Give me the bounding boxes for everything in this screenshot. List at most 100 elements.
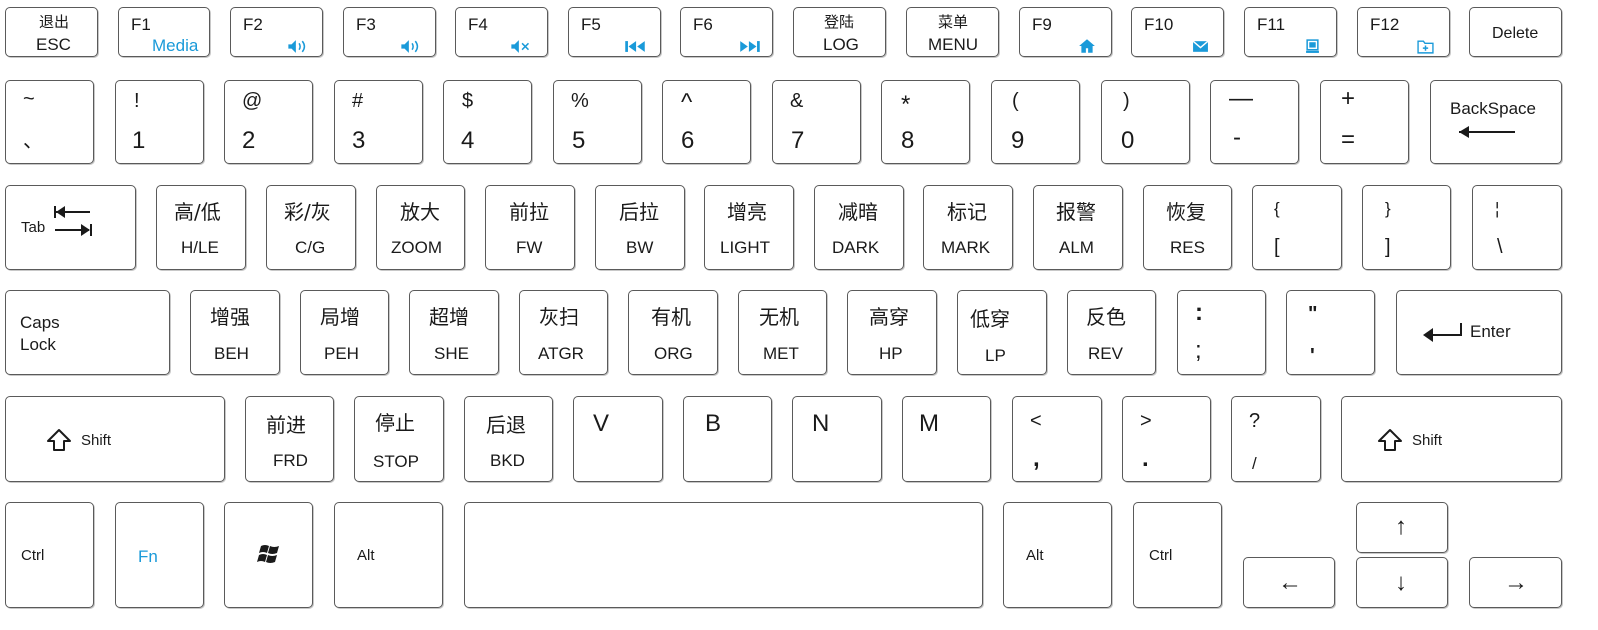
n-key[interactable]: N	[792, 396, 882, 482]
windows-logo-icon	[257, 545, 279, 563]
right-shift-key[interactable]: Shift	[1341, 396, 1562, 482]
function-key-dark[interactable]: 减暗 DARK	[814, 185, 904, 270]
backspace-label: BackSpace	[1450, 99, 1536, 118]
tab-key[interactable]: Tab	[5, 185, 136, 270]
org-cn-label: 有机	[651, 305, 691, 329]
key-4[interactable]: $ 4	[443, 80, 532, 164]
quote-key[interactable]: " '	[1286, 290, 1375, 375]
f12-key[interactable]: F12	[1357, 7, 1450, 57]
arrow-left-icon: ←	[1278, 569, 1302, 596]
function-key-atgr[interactable]: 灰扫 ATGR	[519, 290, 608, 375]
log-key[interactable]: 登陆 LOG	[793, 7, 886, 57]
comma-key[interactable]: < ,	[1012, 396, 1102, 482]
right-ctrl-key[interactable]: Ctrl	[1133, 502, 1222, 608]
function-key-fw[interactable]: 前拉 FW	[485, 185, 575, 270]
m-key[interactable]: M	[902, 396, 991, 482]
left-ctrl-key[interactable]: Ctrl	[5, 502, 94, 608]
right-alt-label: Alt	[1026, 547, 1044, 564]
keyboard: 退出 ESC F1 Media F2 F3 F4 F5 F6 登陆 LOG 菜单…	[0, 0, 1598, 630]
function-key-zoom[interactable]: 放大 ZOOM	[376, 185, 465, 270]
key-7[interactable]: & 7	[772, 80, 861, 164]
f5-key[interactable]: F5	[568, 7, 661, 57]
backspace-key[interactable]: BackSpace	[1430, 80, 1562, 164]
function-key-rev[interactable]: 反色 REV	[1067, 290, 1156, 375]
semicolon-key[interactable]: : ;	[1177, 290, 1266, 375]
esc-en-label: ESC	[36, 35, 71, 54]
menu-key[interactable]: 菜单 MENU	[906, 7, 999, 57]
function-key-alm[interactable]: 报警 ALM	[1033, 185, 1123, 270]
key-8[interactable]: * 8	[881, 80, 970, 164]
right-bracket-label: ]	[1385, 236, 1391, 258]
function-key-hle[interactable]: 高/低 H/LE	[156, 185, 246, 270]
right-bracket-key[interactable]: } ]	[1362, 185, 1451, 270]
slash-key[interactable]: ? /	[1231, 396, 1321, 482]
key-6-top-label: ^	[681, 89, 693, 116]
function-key-stop[interactable]: 停止 STOP	[354, 396, 444, 482]
left-bracket-key[interactable]: { [	[1252, 185, 1342, 270]
esc-key[interactable]: 退出 ESC	[5, 7, 98, 57]
left-shift-label: Shift	[81, 432, 112, 449]
tilde-bottom-label: 、	[23, 130, 43, 152]
function-key-frd[interactable]: 前进 FRD	[245, 396, 334, 482]
v-key[interactable]: V	[573, 396, 663, 482]
computer-icon	[1306, 39, 1319, 53]
key-7-top-label: &	[790, 90, 804, 112]
windows-key[interactable]	[224, 502, 313, 608]
key-8-top-label: *	[901, 91, 911, 118]
backslash-key[interactable]: ¦ \	[1472, 185, 1562, 270]
period-key[interactable]: > .	[1122, 396, 1211, 482]
b-key[interactable]: B	[683, 396, 772, 482]
met-cn-label: 无机	[759, 305, 799, 329]
key-1[interactable]: ! 1	[115, 80, 204, 164]
key-6[interactable]: ^ 6	[662, 80, 751, 164]
function-key-lp[interactable]: 低穿 LP	[957, 290, 1047, 375]
enter-label: Enter	[1470, 322, 1511, 341]
key-6-bottom-label: 6	[681, 127, 695, 154]
arrow-left-key[interactable]: ←	[1243, 557, 1335, 608]
hle-en-label: H/LE	[181, 238, 219, 257]
function-key-cg[interactable]: 彩/灰 C/G	[266, 185, 356, 270]
f11-key[interactable]: F11	[1244, 7, 1337, 57]
function-key-beh[interactable]: 增强 BEH	[190, 290, 280, 375]
key-2[interactable]: @ 2	[224, 80, 313, 164]
less-than-label: <	[1030, 410, 1042, 432]
f2-key[interactable]: F2	[230, 7, 323, 57]
left-shift-key[interactable]: Shift	[5, 396, 225, 482]
f6-key[interactable]: F6	[680, 7, 773, 57]
f4-key[interactable]: F4	[455, 7, 548, 57]
function-key-res[interactable]: 恢复 RES	[1143, 185, 1232, 270]
f9-key[interactable]: F9	[1019, 7, 1112, 57]
enter-key[interactable]: Enter	[1396, 290, 1562, 375]
f3-key[interactable]: F3	[343, 7, 436, 57]
function-key-bkd[interactable]: 后退 BKD	[464, 396, 553, 482]
function-key-peh[interactable]: 局增 PEH	[300, 290, 389, 375]
right-brace-label: }	[1385, 199, 1391, 218]
key-9[interactable]: ( 9	[991, 80, 1080, 164]
arrow-down-key[interactable]: ↓	[1356, 557, 1448, 608]
function-key-org[interactable]: 有机 ORG	[628, 290, 718, 375]
key-0[interactable]: ) 0	[1101, 80, 1190, 164]
left-alt-key[interactable]: Alt	[334, 502, 443, 608]
tilde-key[interactable]: ~ 、	[5, 80, 94, 164]
function-key-hp[interactable]: 高穿 HP	[847, 290, 937, 375]
function-key-met[interactable]: 无机 MET	[738, 290, 827, 375]
equals-key[interactable]: + =	[1320, 80, 1409, 164]
arrow-right-key[interactable]: →	[1469, 557, 1562, 608]
function-key-mark[interactable]: 标记 MARK	[923, 185, 1013, 270]
mark-en-label: MARK	[941, 238, 991, 257]
space-bar[interactable]	[464, 502, 983, 608]
f10-key[interactable]: F10	[1131, 7, 1224, 57]
key-5-bottom-label: 5	[572, 127, 586, 154]
key-5[interactable]: % 5	[553, 80, 642, 164]
key-3[interactable]: # 3	[334, 80, 423, 164]
minus-key[interactable]: — -	[1210, 80, 1299, 164]
right-alt-key[interactable]: Alt	[1003, 502, 1112, 608]
arrow-up-key[interactable]: ↑	[1356, 502, 1448, 553]
function-key-she[interactable]: 超增 SHE	[409, 290, 499, 375]
caps-lock-key[interactable]: Caps Lock	[5, 290, 170, 375]
f1-key[interactable]: F1 Media	[118, 7, 210, 57]
function-key-bw[interactable]: 后拉 BW	[595, 185, 685, 270]
function-key-light[interactable]: 增亮 LIGHT	[704, 185, 794, 270]
delete-key[interactable]: Delete	[1469, 7, 1562, 57]
fn-key[interactable]: Fn	[115, 502, 204, 608]
